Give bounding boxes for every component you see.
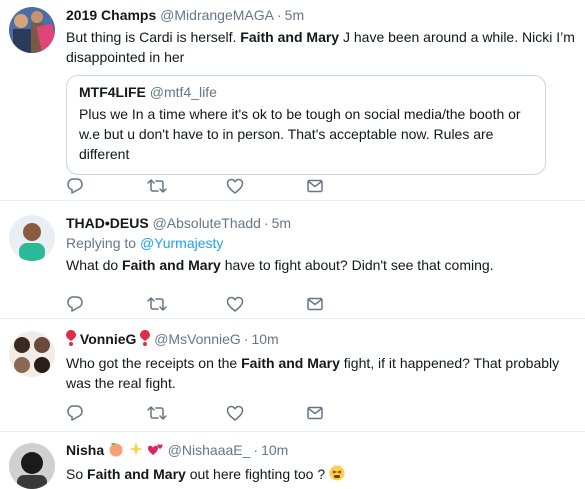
replying-to-label: Replying to — [66, 235, 140, 251]
quoted-user-handle: @mtf4_life — [149, 84, 217, 100]
separator: · — [243, 331, 249, 347]
quoted-tweet[interactable]: MTF4LIFE @mtf4_life Plus we In a time wh… — [66, 75, 546, 175]
reply-button[interactable] — [66, 293, 146, 315]
timestamp[interactable]: 10m — [261, 442, 288, 458]
tweet-text: What do Faith and Mary have to fight abo… — [66, 255, 577, 275]
like-icon — [226, 404, 244, 422]
display-name[interactable]: VonnieG — [80, 331, 137, 347]
tweet-actions — [66, 293, 386, 315]
tweet-text: So Faith and Mary out here fighting too … — [66, 464, 577, 486]
like-button[interactable] — [226, 402, 306, 424]
tweet-header: Nisha @NishaaaE_ · 10m — [66, 441, 577, 461]
timestamp[interactable]: 5m — [272, 215, 291, 231]
tired-face-emoji-icon — [329, 465, 345, 486]
tweet-actions — [66, 175, 386, 197]
reply-icon — [66, 295, 84, 313]
avatar[interactable] — [9, 331, 55, 377]
avatar[interactable] — [9, 7, 55, 53]
tweet-text: Who got the receipts on the Faith and Ma… — [66, 353, 577, 393]
separator: · — [263, 215, 269, 231]
direct-message-icon — [306, 177, 324, 195]
highlighted-term: Faith and Mary — [122, 257, 221, 273]
quoted-tweet-text: Plus we In a time where it's ok to be to… — [79, 106, 521, 162]
separator: · — [276, 7, 282, 23]
direct-message-icon — [306, 404, 324, 422]
replying-to: Replying to @Yurmajesty — [66, 234, 577, 252]
tweet-text-part: have to fight about? Didn't see that com… — [220, 257, 494, 273]
heart-exclamation-icon — [66, 330, 76, 350]
like-button[interactable] — [226, 293, 306, 315]
highlighted-term: Faith and Mary — [240, 29, 340, 45]
retweet-button[interactable] — [146, 293, 226, 315]
timestamp[interactable]: 10m — [251, 331, 278, 347]
timestamp[interactable]: 5m — [285, 7, 304, 23]
direct-message-button[interactable] — [306, 402, 386, 424]
highlighted-term: Faith and Mary — [241, 355, 340, 371]
sparkles-emoji-icon — [128, 441, 144, 461]
display-name[interactable]: Nisha — [66, 442, 104, 458]
tweet-text-part: So — [66, 466, 88, 482]
avatar[interactable] — [9, 443, 55, 489]
reply-icon — [66, 404, 84, 422]
direct-message-button[interactable] — [306, 293, 386, 315]
tweet-feed: 2019 Champs @MidrangeMAGA · 5m But thing i… — [0, 0, 585, 489]
tweet-header: VonnieG @MsVonnieG · 10m — [66, 330, 577, 350]
two-hearts-emoji-icon — [147, 441, 164, 461]
highlighted-term: Faith and Mary — [87, 466, 186, 482]
avatar[interactable] — [9, 215, 55, 261]
tweet-text-part: Who got the receipts on the — [66, 355, 242, 371]
tweet-header: THAD•DEUS @AbsoluteThadd · 5m — [66, 214, 577, 232]
peach-emoji-icon — [108, 441, 124, 461]
like-icon — [226, 295, 244, 313]
retweet-button[interactable] — [146, 402, 226, 424]
retweet-icon — [146, 295, 168, 313]
user-handle[interactable]: @NishaaaE_ — [168, 442, 251, 458]
direct-message-button[interactable] — [306, 175, 386, 197]
user-handle[interactable]: @AbsoluteThadd — [153, 215, 261, 231]
reply-button[interactable] — [66, 402, 146, 424]
user-handle[interactable]: @MidrangeMAGA — [160, 7, 274, 23]
tweet-text-part: What do — [66, 257, 123, 273]
like-icon — [226, 177, 244, 195]
retweet-icon — [146, 177, 168, 195]
reply-button[interactable] — [66, 175, 146, 197]
retweet-button[interactable] — [146, 175, 226, 197]
tweet[interactable]: VonnieG @MsVonnieG · 10m Who got the recei… — [0, 318, 585, 432]
retweet-icon — [146, 404, 168, 422]
direct-message-icon — [306, 295, 324, 313]
display-name[interactable]: 2019 Champs — [66, 7, 156, 23]
display-name[interactable]: THAD•DEUS — [66, 215, 149, 231]
tweet[interactable]: 2019 Champs @MidrangeMAGA · 5m But thing i… — [0, 0, 585, 201]
tweet-actions — [66, 402, 386, 424]
reply-icon — [66, 177, 84, 195]
tweet-text-part: But thing is Cardi is herself. — [66, 29, 241, 45]
like-button[interactable] — [226, 175, 306, 197]
tweet[interactable]: Nisha @NishaaaE_ · 10m So Faith and Mary o… — [0, 431, 585, 489]
tweet-header: 2019 Champs @MidrangeMAGA · 5m — [66, 6, 577, 24]
tweet-text-part: out here fighting too ? — [185, 466, 326, 482]
quoted-display-name: MTF4LIFE — [79, 84, 146, 100]
heart-exclamation-icon — [140, 330, 151, 350]
separator: · — [253, 442, 259, 458]
tweet-text: But thing is Cardi is herself. Faith and… — [66, 27, 577, 67]
user-handle[interactable]: @MsVonnieG — [154, 331, 241, 347]
replying-to-handle[interactable]: @Yurmajesty — [140, 235, 223, 251]
tweet[interactable]: THAD•DEUS @AbsoluteThadd · 5m Replying to … — [0, 200, 585, 319]
